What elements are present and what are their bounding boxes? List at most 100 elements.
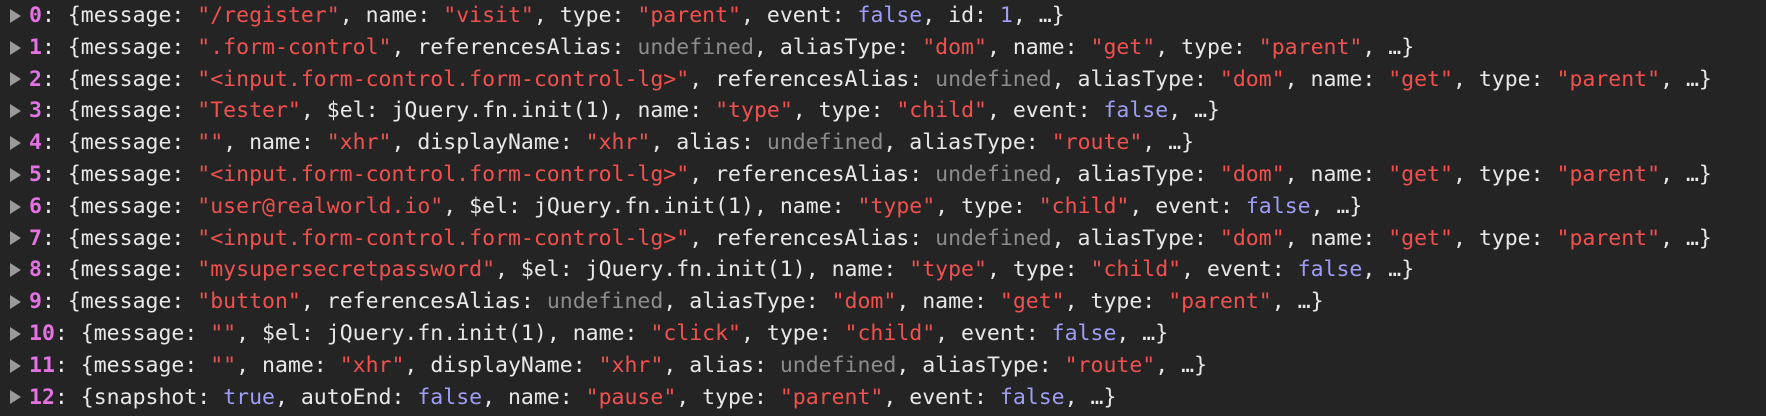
property-value: "parent" [779,384,884,410]
property-key: type [818,98,871,124]
entry-index: 6 [29,193,42,219]
property-value: "type" [857,193,936,219]
disclosure-triangle-right-icon[interactable] [10,295,21,310]
colon: : [300,320,327,346]
comma: , [300,98,327,124]
console-entry-6[interactable]: 6: {message: "user@realworld.io", $el: j… [10,191,1766,223]
comma: , [546,320,573,346]
property-key: displayName [430,352,573,378]
colon: : [909,161,936,187]
open-brace: : { [41,257,81,283]
console-entry-2[interactable]: 2: {message: "<input.form-control.form-c… [10,64,1766,96]
console-entry-9[interactable]: 9: {message: "button", referencesAlias: … [10,286,1766,318]
colon: : [184,352,211,378]
entry-index: 9 [29,289,42,315]
console-entry-3[interactable]: 3: {message: "Tester", $el: jQuery.fn.in… [10,95,1766,127]
colon: : [818,320,845,346]
entry-index: 5 [29,161,42,187]
disclosure-triangle-right-icon[interactable] [10,72,21,87]
colon: : [1012,193,1039,219]
property-value: false [417,384,483,410]
entry-index: 7 [29,225,42,251]
comma: , [236,320,263,346]
disclosure-triangle-right-icon[interactable] [10,263,21,278]
property-key: name [831,257,884,283]
disclosure-triangle-right-icon[interactable] [10,199,21,214]
open-brace: : { [54,320,94,346]
property-value: undefined [935,66,1052,92]
console-entry-11[interactable]: 11: {message: "", name: "xhr", displayNa… [10,350,1766,382]
colon: : [171,193,198,219]
comma: , [1116,320,1143,346]
colon: : [1194,225,1220,251]
comma: , [1051,161,1078,187]
disclosure-triangle-right-icon[interactable] [10,8,21,23]
disclosure-triangle-right-icon[interactable] [10,326,21,341]
console-entry-1[interactable]: 1: {message: ".form-control", references… [10,32,1766,64]
console-entry-10[interactable]: 10: {message: "", $el: jQuery.fn.init(1)… [10,318,1766,350]
comma: , [896,352,923,378]
comma: , [883,384,910,410]
property-key: snapshot [93,384,198,410]
property-value: jQuery.fn.init(1) [585,257,806,283]
colon: : [1530,225,1557,251]
comma: , [896,289,923,315]
property-value: undefined [637,34,754,60]
entry-preview: 6: {message: "user@realworld.io", $el: j… [29,191,1362,223]
colon: : [1530,161,1557,187]
ellipsis: …} [1685,225,1712,251]
console-entry-7[interactable]: 7: {message: "<input.form-control.form-c… [10,223,1766,255]
console-entry-0[interactable]: 0: {message: "/register", name: "visit",… [10,0,1766,32]
property-value: "get" [1388,225,1453,251]
colon: : [909,225,936,251]
property-value: false [1103,98,1169,124]
property-key: name [1310,66,1363,92]
disclosure-triangle-right-icon[interactable] [10,358,21,373]
comma: , [1660,225,1686,251]
disclosure-triangle-right-icon[interactable] [10,40,21,55]
colon: : [507,193,534,219]
entry-preview: 12: {snapshot: true, autoEnd: false, nam… [29,382,1116,414]
open-brace: : { [41,34,81,60]
disclosure-triangle-right-icon[interactable] [10,231,21,246]
disclosure-triangle-right-icon[interactable] [10,390,21,405]
colon: : [1077,98,1104,124]
colon: : [974,3,1000,28]
property-value: "route" [1051,130,1143,156]
property-key: name [922,289,974,315]
comma: , [1129,193,1156,219]
property-value: undefined [935,225,1052,251]
disclosure-triangle-right-icon[interactable] [10,136,21,151]
console-entry-12[interactable]: 12: {snapshot: true, autoEnd: false, nam… [10,382,1766,414]
property-key: name [779,193,832,219]
console-entry-8[interactable]: 8: {message: "mysupersecretpassword", $e… [10,254,1766,286]
colon: : [896,34,923,60]
property-key: message [80,257,172,283]
ellipsis: …} [1142,320,1169,346]
console-entry-5[interactable]: 5: {message: "<input.form-control.form-c… [10,159,1766,191]
property-key: aliasType [1077,225,1195,251]
property-key: aliasType [909,130,1026,156]
disclosure-triangle-right-icon[interactable] [10,167,21,182]
property-value: "parent" [1556,161,1661,187]
comma: , [404,352,431,378]
property-key: message [80,34,172,60]
colon: : [1025,130,1052,156]
property-key: message [93,352,185,378]
property-value: "parent" [1258,34,1363,60]
disclosure-triangle-right-icon[interactable] [10,104,21,119]
ellipsis: …} [1685,161,1712,187]
colon: : [171,3,198,28]
property-key: message [80,225,172,251]
colon: : [1271,257,1298,283]
property-value: "get" [999,289,1065,315]
colon: : [171,98,198,124]
property-key: aliasType [689,289,806,315]
colon: : [611,34,638,60]
console-entry-4[interactable]: 4: {message: "", name: "xhr", displayNam… [10,127,1766,159]
property-value: "xhr" [598,352,664,378]
property-key: name [365,3,418,28]
colon: : [1362,225,1389,251]
comma: , [753,193,780,219]
property-value: "child" [844,320,936,346]
